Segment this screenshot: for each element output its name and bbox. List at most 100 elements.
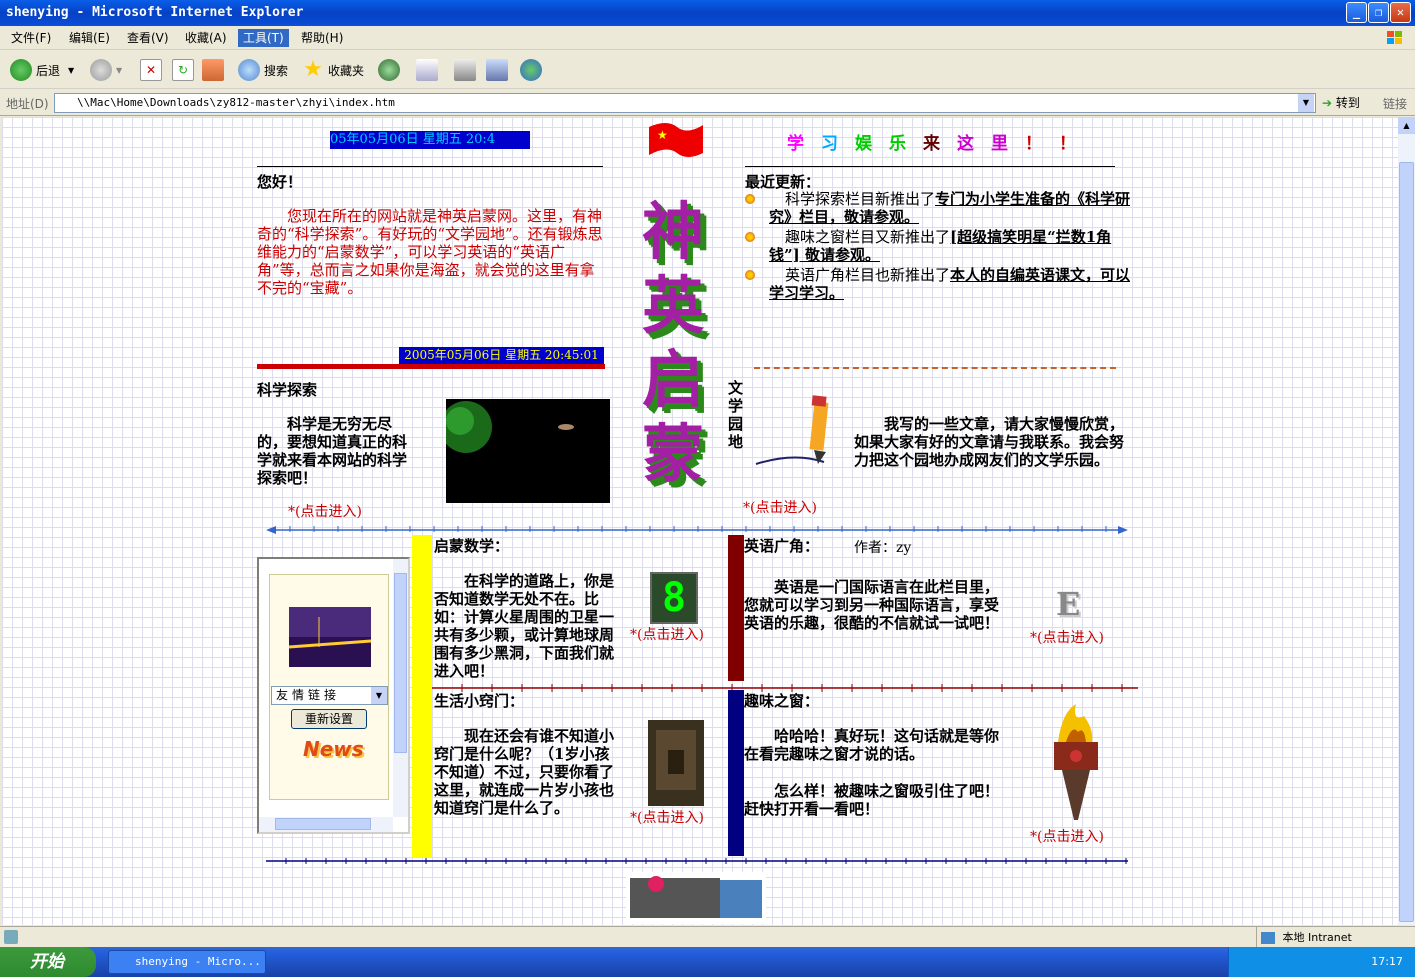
mail-icon [416,59,438,81]
stop-icon: ✕ [140,59,162,81]
fun-text-2: 怎么样！被趣味之窗吸引住了吧！赶快打开看一看吧！ [744,782,1000,818]
dashed-divider [754,367,1116,369]
navy-ruler-divider [266,858,1128,864]
clock: 17:17 [1371,955,1403,968]
minimize-button[interactable]: _ [1346,2,1367,23]
reset-button[interactable]: 重新设置 [291,709,367,729]
address-bar: 地址(D) \\Mac\Home\Downloads\zy812-master\… [0,90,1415,116]
tips-enter-link[interactable]: *(点击进入) [630,807,704,827]
slogan-char: 娱 [855,134,872,154]
slogan-char: 乐 [889,134,906,154]
bullet-icon [745,270,755,280]
title-bar: shenying - Microsoft Internet Explorer _… [0,0,1415,26]
frame-vscrollbar[interactable] [393,559,408,817]
update-item: 科学探索栏目新推出了专门为小学生准备的《科学研究》栏目，敬请参观。 [745,190,1133,226]
ie-window: shenying - Microsoft Internet Explorer _… [0,0,1415,948]
favorites-label: 收藏夹 [328,63,365,78]
home-icon [202,59,224,81]
literature-enter-link[interactable]: *(点击进入) [743,497,817,517]
menu-favorites[interactable]: 收藏(A) [180,29,232,47]
door-image [648,720,704,806]
address-label: 地址(D) [6,97,49,111]
friend-links-frame: 友情链接 ▼ 重新设置 News [257,557,410,834]
literature-title-char: 学 [728,397,744,415]
computer-icon [1261,932,1275,944]
address-dropdown-icon[interactable]: ▼ [1298,94,1314,112]
science-enter-link[interactable]: *(点击进入) [288,501,362,521]
favorites-button[interactable]: ★ 收藏夹 [302,57,364,83]
window-title: shenying - Microsoft Internet Explorer [6,5,304,20]
restore-button[interactable]: ❐ [1368,2,1389,23]
history-icon [378,59,400,81]
scroll-up-icon[interactable]: ▲ [1398,117,1415,134]
logo-char: 神 [642,195,705,268]
menu-edit[interactable]: 编辑(E) [64,29,115,47]
page-icon [4,930,18,944]
frame-hscrollbar[interactable] [259,817,393,832]
search-button[interactable]: 搜索 [238,57,288,83]
stop-button[interactable]: ✕ [140,57,166,83]
news-logo: News [303,737,364,761]
math-text: 在科学的道路上，你是否知道数学无处不在。比如：计算火星周围的卫星一共有多少颗，或… [434,572,615,680]
flag-icon: ★ [649,123,703,157]
update-text: 趣味之窗栏目又新推出了 [785,228,951,246]
science-text: 科学是无穷无尽的，要想知道真正的科学就来看本网站的科学探索吧！ [257,415,408,487]
print-icon [454,59,476,81]
divider [257,166,603,167]
page-content: 05年05月06日 星期五 20:4 ★ 学习娱乐来这里！！ 您好！ 您现在所在… [2,117,1398,925]
update-text: 科学探索栏目新推出了 [785,190,936,208]
slogan-char: 来 [923,134,940,154]
logo-char: 启 [642,343,705,416]
print-button[interactable] [454,57,480,83]
links-label[interactable]: 链接 [1383,95,1407,112]
science-title: 科学探索 [257,381,318,399]
forward-button[interactable]: ▼ [90,57,122,83]
close-button[interactable]: ✕ [1390,2,1411,23]
refresh-button[interactable]: ↻ [172,57,198,83]
address-url: \\Mac\Home\Downloads\zy812-master\zhyi\i… [77,96,395,109]
edit-button[interactable] [486,57,512,83]
messenger-button[interactable] [520,57,546,83]
menu-help[interactable]: 帮助(H) [296,29,348,47]
friend-links-select[interactable]: 友情链接 ▼ [271,686,388,705]
english-title: 英语广角： [744,537,820,555]
literature-title: 文学园地 [728,379,746,451]
scroll-thumb[interactable] [1399,162,1414,922]
pencil-icon [755,395,829,465]
math-enter-link[interactable]: *(点击进入) [630,624,704,644]
blue-ruler-divider [266,526,1128,534]
fun-title: 趣味之窗： [744,692,820,710]
menu-file[interactable]: 文件(F) [6,29,56,47]
refresh-icon: ↻ [172,59,194,81]
mail-button[interactable] [416,57,442,83]
taskbar-ie-item[interactable]: shenying - Micro... [108,950,266,974]
start-button[interactable]: 开始 [0,947,96,977]
yellow-column-bar [412,535,432,857]
literature-title-char: 地 [728,433,744,451]
slogan: 学习娱乐来这里 ！ ！ [787,129,1093,154]
back-button[interactable]: 后退 ▼ [10,57,74,83]
search-icon [238,59,260,81]
page-vscrollbar[interactable]: ▲ [1398,117,1415,925]
go-button[interactable]: ➔ 转到 [1322,94,1360,111]
intro-text: 您现在所在的网站就是神英启蒙网。这里，有神奇的“科学探索”。有好玩的“文学园地”… [257,207,603,297]
update-text: 英语广角栏目也新推出了 [785,266,951,284]
space-planet-image [446,399,610,503]
tips-text: 现在还会有谁不知道小窍门是什么呢？（1岁小孩不知道）不过，只要你看了这里，就连成… [434,727,615,817]
history-button[interactable] [378,57,404,83]
menu-view[interactable]: 查看(V) [122,29,174,47]
logo-char: 蒙 [642,417,705,490]
fun-enter-link[interactable]: *(点击进入) [1030,826,1104,846]
fun-text-1: 哈哈哈！真好玩！这句话就是等你在看完趣味之窗才说的话。 [744,727,1000,763]
home-button[interactable] [202,57,228,83]
slogan-char: 这 [957,134,974,154]
menu-tools[interactable]: 工具(T) [238,29,289,47]
status-bar: 本地 Intranet [0,926,1415,948]
slogan-char: ！ [1025,134,1042,154]
english-enter-link[interactable]: *(点击进入) [1030,627,1104,647]
update-item: 趣味之窗栏目又新推出了[超级搞笑明星“拦数1角钱”] 敬请参观。 [745,228,1133,264]
email-banner-image [626,872,766,924]
bridge-night-image [289,607,371,667]
address-input[interactable]: \\Mac\Home\Downloads\zy812-master\zhyi\i… [54,93,1316,113]
updates-list: 科学探索栏目新推出了专门为小学生准备的《科学研究》栏目，敬请参观。 趣味之窗栏目又… [745,190,1133,304]
